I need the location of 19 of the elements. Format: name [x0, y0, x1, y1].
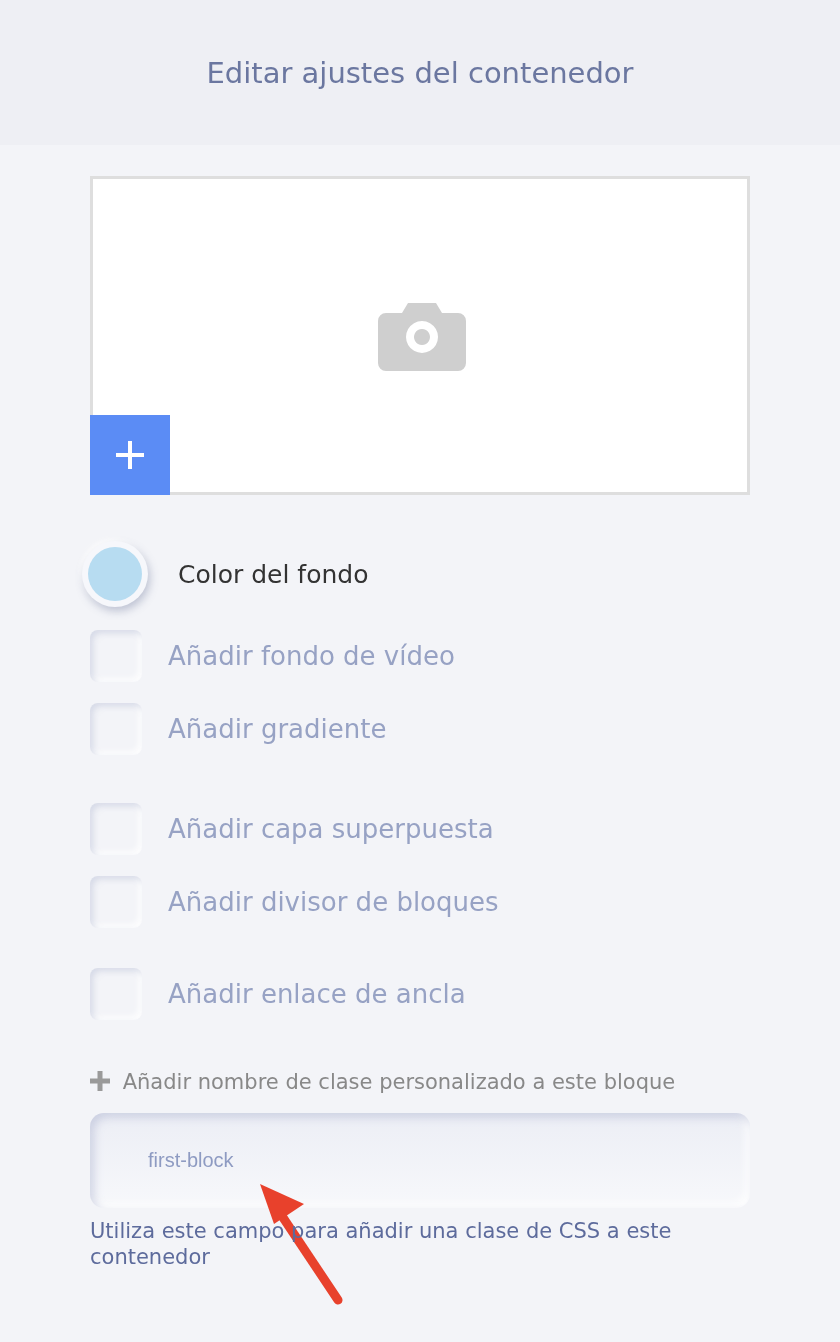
- option-label: Añadir fondo de vídeo: [168, 641, 455, 671]
- color-swatch[interactable]: [82, 541, 148, 607]
- plus-icon: [90, 1071, 110, 1091]
- plus-icon: [114, 439, 146, 471]
- checkbox[interactable]: [90, 803, 142, 855]
- checkbox[interactable]: [90, 876, 142, 928]
- option-label: Añadir capa superpuesta: [168, 814, 494, 844]
- camera-icon: [378, 300, 466, 371]
- checkbox[interactable]: [90, 703, 142, 755]
- class-name-field[interactable]: first-block: [90, 1113, 750, 1208]
- checkbox[interactable]: [90, 630, 142, 682]
- field-label: Añadir nombre de clase personalizado a este bloque: [122, 1070, 676, 1094]
- color-label: Color del fondo: [178, 559, 369, 589]
- add-image-button[interactable]: [90, 415, 170, 495]
- checkbox[interactable]: [90, 968, 142, 1020]
- option-label: Añadir divisor de bloques: [168, 887, 499, 917]
- panel-title: Editar ajustes del contenedor: [206, 55, 634, 90]
- option-label: Añadir enlace de ancla: [168, 979, 466, 1009]
- option-label: Añadir gradiente: [168, 714, 387, 744]
